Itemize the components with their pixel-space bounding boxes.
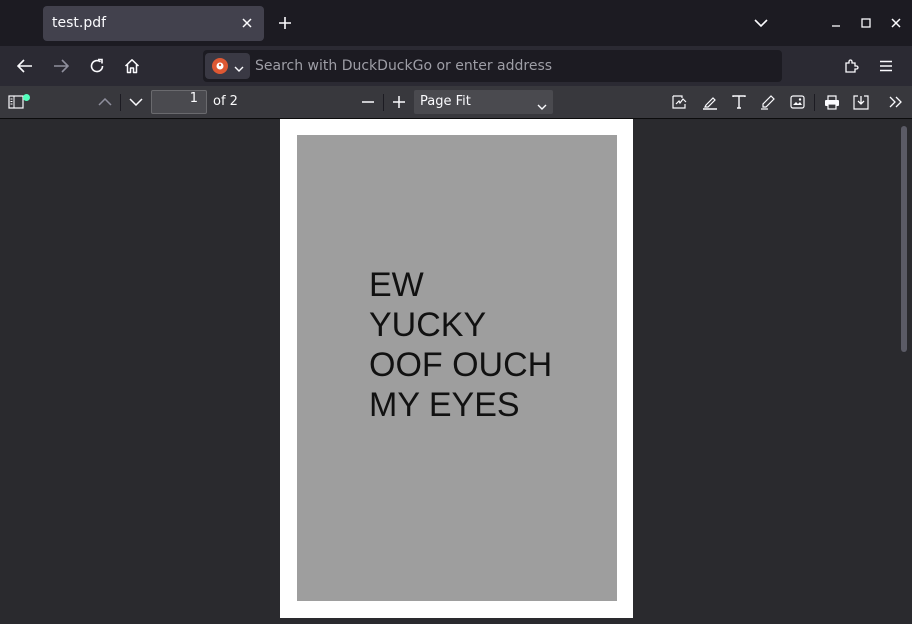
minimize-icon[interactable] [825,12,847,34]
chevron-down-icon [234,57,244,76]
zoom-select[interactable]: Page Fit [414,90,553,114]
page-count: of 2 [213,94,238,109]
extensions-icon[interactable] [838,53,864,79]
text-line: EW [369,266,424,304]
zoom-out-icon[interactable] [356,90,380,114]
chevron-down-icon[interactable] [124,90,148,114]
vertical-scrollbar[interactable] [901,126,907,352]
maximize-icon[interactable] [855,12,877,34]
highlight-icon[interactable] [698,90,722,114]
chevron-down-icon [537,95,547,114]
tab-strip: test.pdf [0,0,912,46]
image-icon[interactable] [785,90,809,114]
back-icon[interactable] [12,53,38,79]
separator [120,94,121,111]
address-bar[interactable] [203,50,782,82]
reload-icon[interactable] [84,53,110,79]
home-icon[interactable] [119,53,145,79]
text-line: MY EYES [369,386,520,424]
separator [383,94,384,111]
text-line: OOF OUCH [369,346,553,384]
pdf-page: EW YUCKY OOF OUCH MY EYES [280,119,633,618]
more-tools-icon[interactable] [884,90,908,114]
save-icon[interactable] [849,90,873,114]
chevron-up-icon[interactable] [93,90,117,114]
separator [814,94,815,111]
notification-dot [23,94,30,101]
draw-icon[interactable] [756,90,780,114]
zoom-in-icon[interactable] [387,90,411,114]
page-content: EW YUCKY OOF OUCH MY EYES [297,135,617,601]
duckduckgo-icon [211,58,228,74]
menu-icon[interactable] [873,53,899,79]
print-icon[interactable] [820,90,844,114]
search-input[interactable] [255,50,775,82]
sidebar-toggle-icon[interactable] [4,90,30,114]
tab-test-pdf[interactable]: test.pdf [43,6,264,41]
pdf-toolbar: 1 of 2 Page Fit [0,86,912,119]
text-icon[interactable] [727,90,751,114]
search-engine-button[interactable] [205,53,250,79]
text-line: YUCKY [369,306,487,344]
page-text: EW YUCKY OOF OUCH MY EYES [369,265,552,425]
close-icon[interactable] [238,14,256,32]
navigation-toolbar [0,46,912,86]
signature-icon[interactable] [668,90,692,114]
page-number-input[interactable]: 1 [151,90,207,114]
forward-icon[interactable] [48,53,74,79]
zoom-value: Page Fit [420,94,471,109]
plus-icon[interactable] [274,12,296,34]
tab-title: test.pdf [52,15,107,31]
close-window-icon[interactable] [885,12,907,34]
pdf-viewer[interactable]: EW YUCKY OOF OUCH MY EYES [0,119,912,624]
chevron-down-icon[interactable] [750,12,772,34]
